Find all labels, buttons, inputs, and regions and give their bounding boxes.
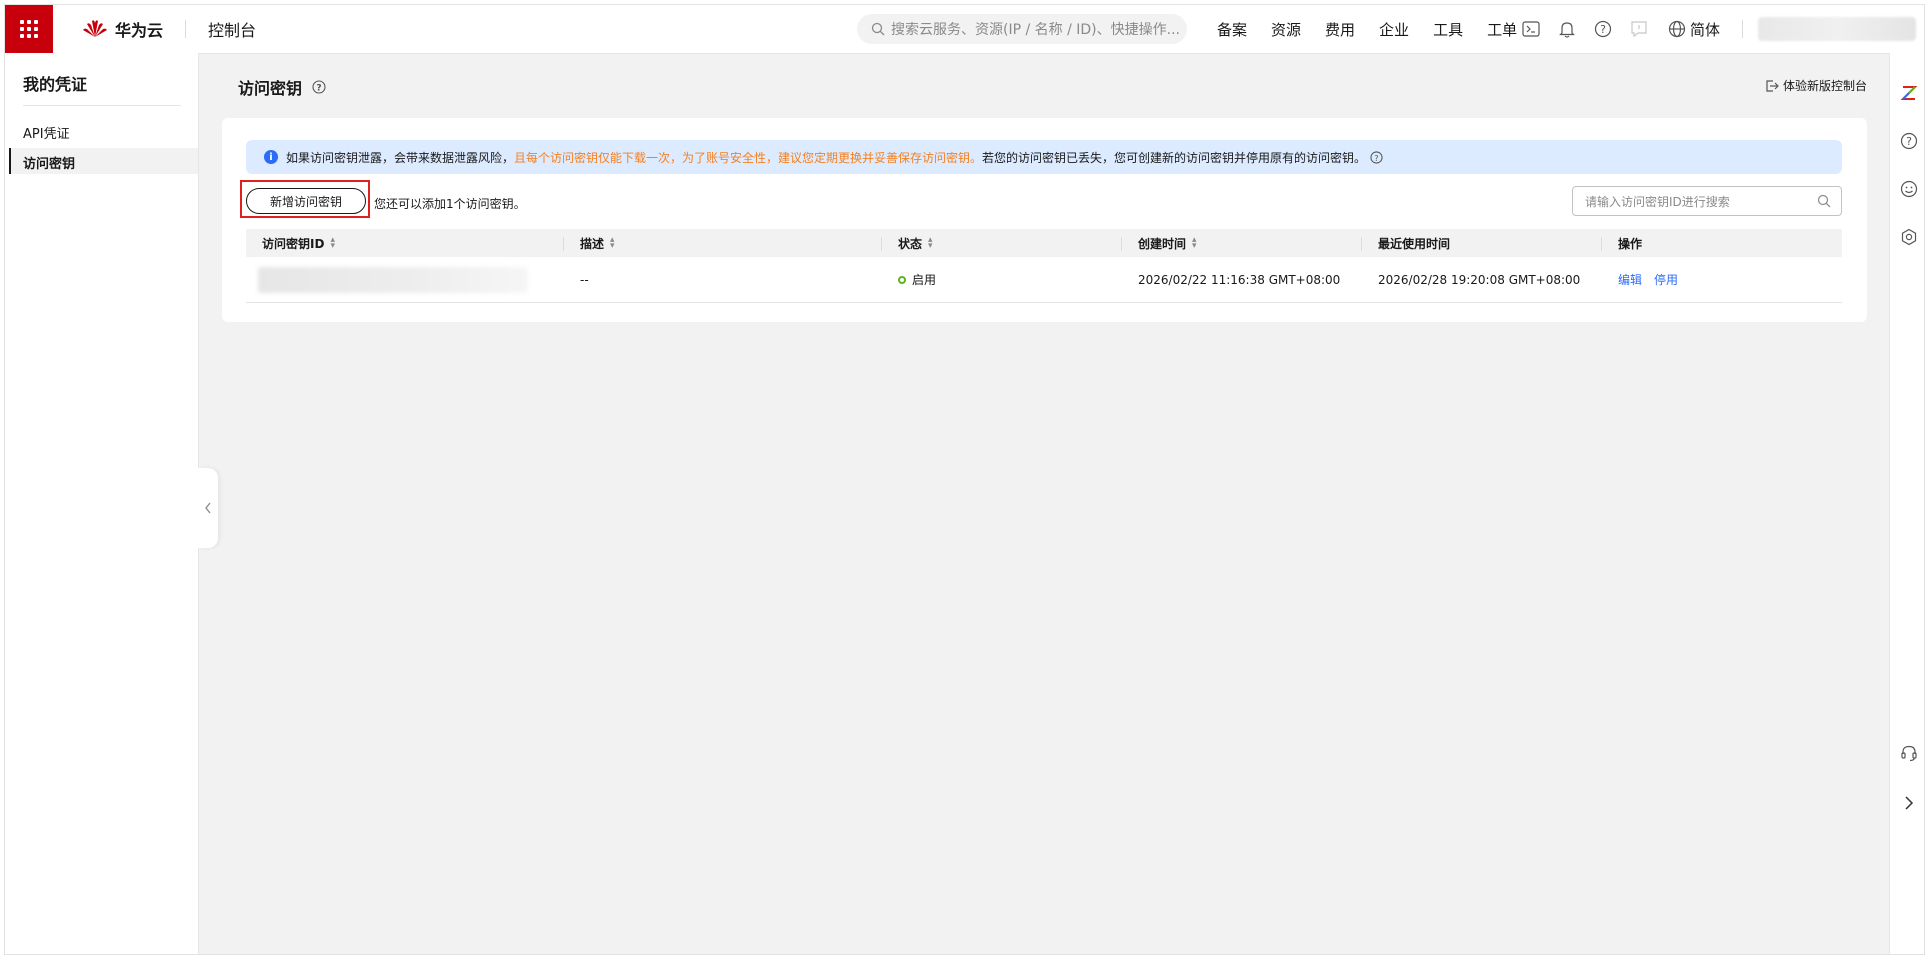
cell-created-time: 2026/02/22 11:16:38 GMT+08:00 [1138, 272, 1341, 287]
nav-tickets[interactable]: 工单 [1487, 19, 1517, 40]
brand-name: 华为云 [115, 21, 164, 40]
language-switch[interactable]: 简体 [1668, 19, 1720, 40]
cell-description: -- [580, 272, 589, 287]
sort-icon[interactable]: ▴ ▾ [610, 236, 615, 251]
global-search-input[interactable]: 搜索云服务、资源(IP / 名称 / ID)、快捷操作... [857, 14, 1187, 44]
search-placeholder: 搜索云服务、资源(IP / 名称 / ID)、快捷操作... [891, 22, 1180, 38]
sidebar-title: 我的凭证 [23, 75, 88, 94]
status-label: 启用 [912, 273, 937, 287]
exit-icon [1766, 79, 1779, 92]
chevron-left-icon [205, 502, 211, 514]
quota-hint: 您还可以添加1个访问密钥。 [374, 197, 526, 211]
top-icons: ? 简体 [1520, 5, 1720, 53]
nav-tools[interactable]: 工具 [1433, 19, 1463, 40]
cell-access-key-id [246, 257, 564, 302]
huawei-cloud-logo[interactable]: 华为云 [81, 17, 163, 41]
help-icon[interactable]: ? [1899, 131, 1919, 151]
sort-icon[interactable]: ▴ ▾ [1192, 236, 1197, 251]
access-key-card: i 如果访问密钥泄露，会带来数据泄露风险， 且每个访问密钥仅能下载一次，为了账号… [222, 118, 1867, 322]
console-title[interactable]: 控制台 [208, 17, 256, 41]
security-alert: i 如果访问密钥泄露，会带来数据泄露风险， 且每个访问密钥仅能下载一次，为了账号… [246, 140, 1842, 174]
search-placeholder: 请输入访问密钥ID进行搜索 [1585, 194, 1730, 209]
col-label: 访问密钥ID [262, 236, 325, 251]
help-icon[interactable]: ? [1592, 18, 1614, 40]
svg-text:?: ? [1906, 135, 1912, 148]
cell-actions: 编辑 停用 [1602, 257, 1842, 302]
top-bar: 华为云 控制台 搜索云服务、资源(IP / 名称 / ID)、快捷操作... 备… [5, 5, 1924, 54]
col-label: 创建时间 [1138, 236, 1187, 251]
sidebar-collapse-button[interactable] [198, 468, 218, 548]
sidebar-item-api-credentials[interactable]: API凭证 [23, 123, 70, 142]
col-last-used-time: 最近使用时间 [1362, 229, 1602, 257]
sort-icon[interactable]: ▴ ▾ [928, 236, 933, 251]
bell-icon[interactable] [1556, 18, 1578, 40]
table-row: -- 启用 2026/02/22 11:16:38 GMT+08:00 2026… [246, 257, 1842, 303]
svg-text:?: ? [316, 84, 321, 94]
smiley-feedback-icon[interactable] [1899, 179, 1919, 199]
help-circle-icon[interactable]: ? [312, 80, 326, 94]
nav-enterprise[interactable]: 企业 [1379, 19, 1409, 40]
language-label: 简体 [1690, 20, 1721, 39]
divider [1742, 20, 1743, 38]
cell-status: 启用 [882, 257, 1122, 302]
grid-menu-icon [20, 20, 38, 38]
disable-link[interactable]: 停用 [1654, 271, 1678, 288]
terminal-icon[interactable] [1520, 18, 1542, 40]
sidebar-item-access-keys[interactable]: 访问密钥 [23, 153, 75, 172]
info-icon: i [264, 150, 278, 164]
add-access-key-button[interactable]: 新增访问密钥 [246, 188, 366, 214]
col-label: 描述 [580, 236, 605, 251]
try-new-console-link[interactable]: 体验新版控制台 [1765, 77, 1867, 94]
top-nav: 备案 资源 费用 企业 工具 工单 [1205, 5, 1529, 53]
col-description[interactable]: 描述 ▴ ▾ [564, 229, 882, 257]
table-header: 访问密钥ID ▴▾ 描述 ▴▾ 状态 ▴▾ 创建时间 ▴▾ 最近使用时间 [246, 229, 1842, 257]
status-enabled-icon [898, 275, 906, 284]
nav-beian[interactable]: 备案 [1217, 19, 1247, 40]
feedback-icon[interactable] [1628, 18, 1650, 40]
access-key-id-blurred [258, 266, 528, 293]
ai-assistant-icon[interactable] [1899, 83, 1919, 103]
sidebar-active-indicator [9, 148, 11, 174]
edit-link[interactable]: 编辑 [1618, 271, 1642, 288]
col-label: 状态 [898, 236, 923, 251]
chevron-right-icon[interactable] [1899, 793, 1919, 813]
cell-last-used-time: 2026/02/28 19:20:08 GMT+08:00 [1378, 272, 1581, 287]
svg-text:?: ? [1374, 152, 1378, 162]
left-sidebar: 我的凭证 API凭证 访问密钥 [5, 53, 199, 954]
alert-text-1: 如果访问密钥泄露，会带来数据泄露风险， [286, 150, 515, 165]
page-title-text: 访问密钥 [238, 79, 303, 98]
alert-warning-text: 且每个访问密钥仅能下载一次，为了账号安全性，建议您定期更换并妥善保存访问密钥。 [514, 150, 983, 165]
alert-text-2: 若您的访问密钥已丢失，您可创建新的访问密钥并停用原有的访问密钥。 [982, 150, 1367, 165]
sidebar-divider [23, 105, 181, 106]
col-actions: 操作 [1602, 229, 1842, 257]
svg-text:?: ? [1600, 23, 1606, 36]
service-menu-button[interactable] [5, 5, 53, 53]
headset-support-icon[interactable] [1899, 743, 1919, 763]
search-icon [871, 22, 885, 36]
globe-icon [1668, 20, 1686, 38]
col-created-time[interactable]: 创建时间 ▴ ▾ [1122, 229, 1362, 257]
nav-billing[interactable]: 费用 [1325, 19, 1355, 40]
access-key-search-input[interactable]: 请输入访问密钥ID进行搜索 [1572, 186, 1842, 216]
divider [185, 20, 187, 38]
help-circle-icon[interactable]: ? [1370, 150, 1383, 164]
col-access-key-id[interactable]: 访问密钥ID ▴ ▾ [246, 229, 564, 257]
sort-icon[interactable]: ▴ ▾ [330, 236, 335, 251]
nav-resources[interactable]: 资源 [1271, 19, 1301, 40]
settings-gear-icon[interactable] [1899, 227, 1919, 247]
account-name-blurred[interactable] [1758, 17, 1916, 41]
page-title: 访问密钥 ? [238, 75, 326, 99]
col-label: 最近使用时间 [1378, 236, 1451, 251]
right-toolbar: ? [1889, 53, 1924, 954]
app-frame: 华为云 控制台 搜索云服务、资源(IP / 名称 / ID)、快捷操作... 备… [4, 4, 1925, 955]
col-status[interactable]: 状态 ▴ ▾ [882, 229, 1122, 257]
col-label: 操作 [1618, 236, 1643, 251]
huawei-logo-icon [83, 20, 107, 37]
search-icon[interactable] [1817, 194, 1831, 208]
new-console-label: 体验新版控制台 [1783, 79, 1868, 93]
